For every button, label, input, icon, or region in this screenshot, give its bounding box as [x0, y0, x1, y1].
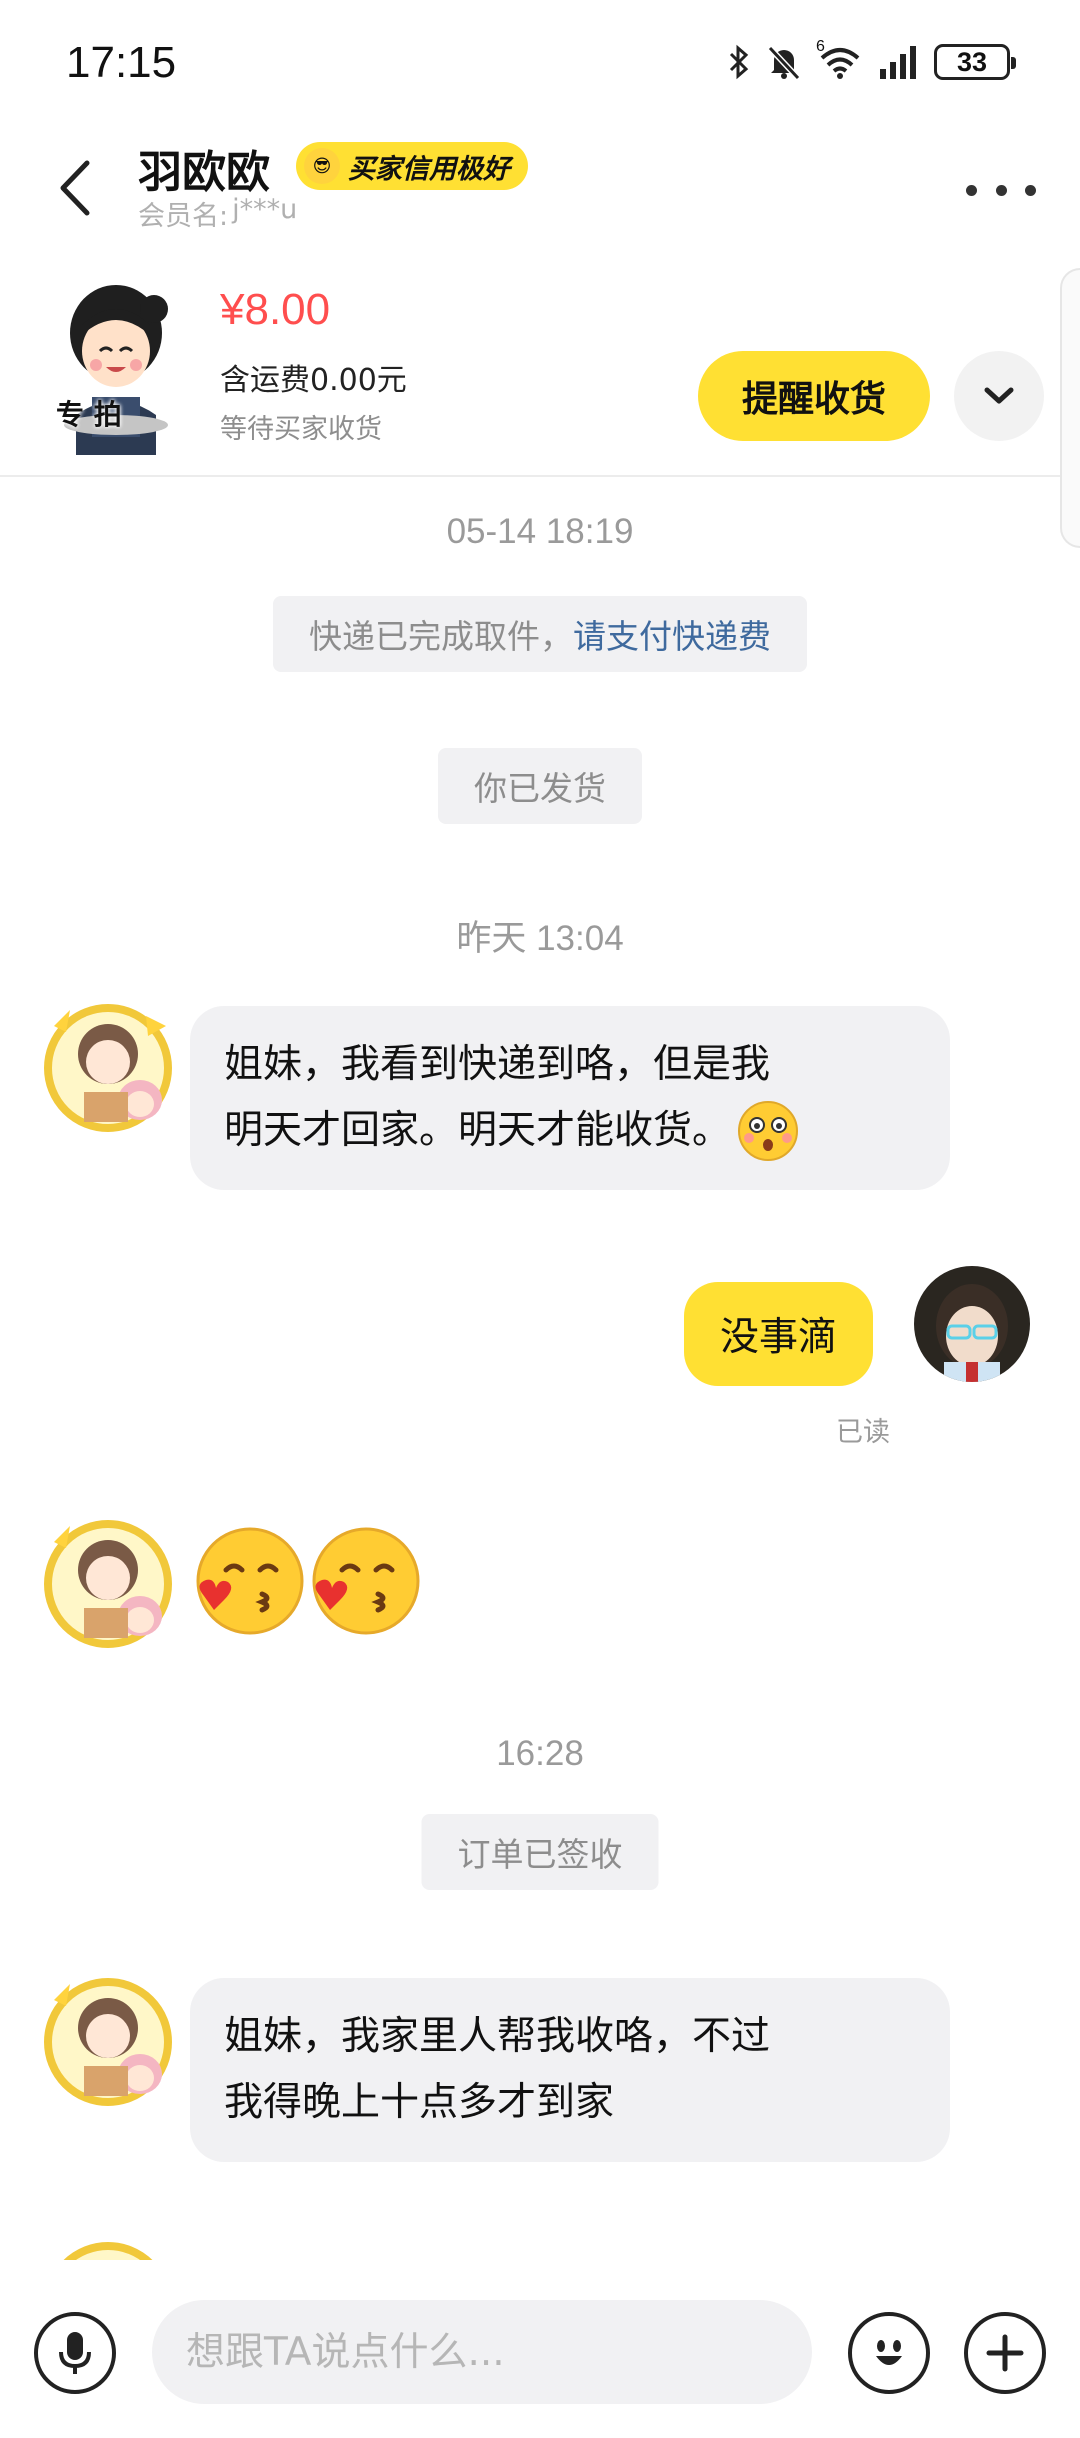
product-thumbnail[interactable]: 专 拍: [36, 275, 196, 455]
wifi-icon: 6: [816, 38, 862, 80]
back-arrow-icon: [60, 160, 90, 216]
signal-icon: [880, 46, 916, 79]
status-bar: 17:15 6 33: [0, 0, 1080, 130]
plus-icon: [986, 2334, 1024, 2372]
system-message: 订单已签收: [421, 1814, 659, 1890]
message-line-with-emoji: 明天才回家。明天才能收货。: [224, 1098, 916, 1164]
credit-badge[interactable]: 😎 买家信用极好: [296, 142, 528, 190]
member-value: j***u: [232, 194, 298, 225]
order-card[interactable]: 专 拍 ¥8.00 含运费0.00元 等待买家收货 提醒收货: [0, 255, 1080, 477]
outgoing-message[interactable]: 没事滴: [684, 1282, 874, 1386]
member-name: 会员名: j***u: [138, 194, 297, 233]
system-message: 你已发货: [438, 748, 642, 824]
incoming-message[interactable]: 姐妹，我看到快递到咯，但是我 明天才回家。明天才能收货。: [190, 1006, 950, 1190]
buyer-avatar[interactable]: [36, 996, 180, 1140]
microphone-icon: [59, 2332, 91, 2374]
member-label: 会员名:: [138, 201, 229, 232]
battery-indicator: 33: [934, 44, 1016, 80]
side-drawer-handle[interactable]: [1060, 268, 1080, 548]
order-status: 等待买家收货: [220, 414, 382, 445]
contact-name[interactable]: 羽欧欧: [138, 136, 270, 200]
wifi-label: 6: [816, 38, 825, 55]
message-input[interactable]: [152, 2300, 812, 2404]
more-button[interactable]: [966, 170, 1036, 210]
timestamp: 16:28: [496, 1734, 584, 1773]
input-bar: [0, 2260, 1080, 2438]
read-receipt: 已读: [836, 1417, 890, 1448]
system-message: 快递已完成取件， 请支付快递费: [273, 596, 807, 672]
timestamp: 05-14 18:19: [446, 512, 634, 551]
status-time: 17:15: [66, 38, 177, 87]
order-price: ¥8.00: [220, 285, 331, 334]
pay-shipping-link[interactable]: 请支付快递费: [573, 610, 771, 658]
bluetooth-icon: [729, 44, 749, 80]
buyer-avatar[interactable]: [36, 1970, 180, 2114]
chevron-down-icon: [984, 387, 1014, 404]
expand-order-button[interactable]: [954, 351, 1044, 441]
mute-bell-icon: [767, 45, 801, 80]
credit-badge-label: 买家信用极好: [348, 153, 510, 185]
buyer-avatar[interactable]: [36, 1512, 180, 1656]
more-dot: [995, 184, 1007, 196]
chat-header: 羽欧欧 😎 买家信用极好 会员名: j***u: [0, 130, 1080, 250]
more-dot: [1025, 184, 1036, 196]
voice-button[interactable]: [34, 2312, 116, 2394]
seller-avatar[interactable]: [914, 1266, 1030, 1382]
message-line: 明天才回家。明天才能收货。: [224, 1108, 732, 1153]
message-line: 姐妹，我看到快递到咯，但是我: [224, 1042, 771, 1087]
kiss-heart-emoji-icon: [196, 1527, 304, 1635]
system-message-text: 快递已完成取件，: [309, 617, 573, 656]
message-line: 姐妹，我家里人帮我收咯，不过: [224, 2014, 771, 2059]
timestamp: 昨天 13:04: [456, 919, 624, 958]
shipping-fee: 含运费0.00元: [220, 363, 407, 398]
status-icons: 6 33: [728, 38, 1016, 82]
incoming-message[interactable]: 姐妹，我家里人帮我收咯，不过 我得晚上十点多才到家: [190, 1978, 950, 2162]
emoji-icon: [876, 2340, 902, 2365]
emoji-button[interactable]: [848, 2312, 930, 2394]
more-dots-icon: [966, 184, 977, 196]
product-thumbnail-label: 专 拍: [56, 398, 122, 431]
message-line: 我得晚上十点多才到家: [224, 2080, 615, 2125]
more-actions-button[interactable]: [964, 2312, 1046, 2394]
flushed-emoji-icon: [738, 1101, 799, 1161]
smile-face-icon: 😎: [304, 148, 340, 184]
kiss-heart-emoji-icon: [312, 1527, 420, 1635]
back-button[interactable]: [44, 148, 104, 228]
remind-receive-button[interactable]: 提醒收货: [698, 351, 930, 441]
